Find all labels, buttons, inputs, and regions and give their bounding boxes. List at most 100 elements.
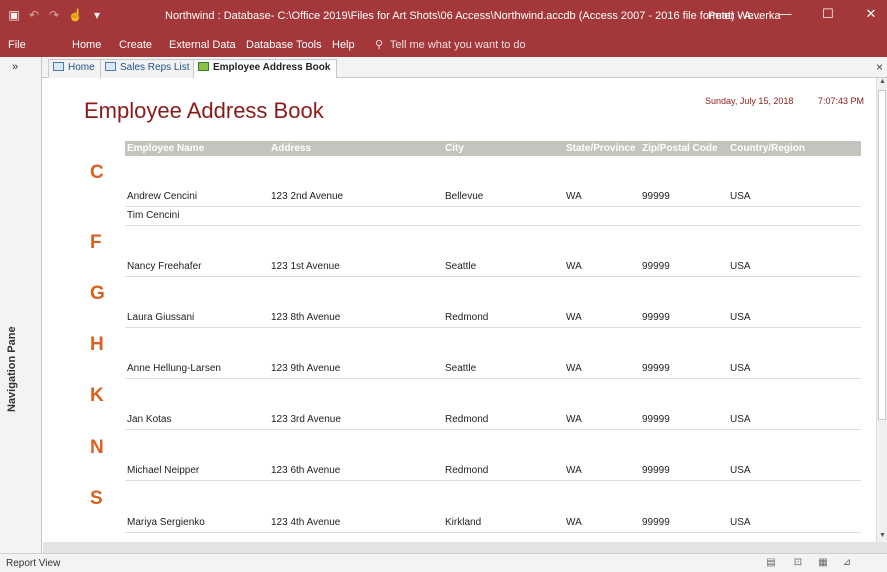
redo-icon[interactable]: ↷ xyxy=(48,8,60,22)
column-header: Employee Name xyxy=(127,143,205,154)
layout-view-icon[interactable]: ▦ xyxy=(816,557,830,569)
cell-zip: 99999 xyxy=(642,517,670,528)
table-row: Mariya Sergienko 123 4th Avenue Kirkland… xyxy=(125,514,861,533)
minimize-button[interactable]: — xyxy=(772,4,798,24)
cell-city: Seattle xyxy=(445,261,477,272)
column-header-band: Employee Name Address City State/Provinc… xyxy=(125,141,861,156)
cell-name: Jan Kotas xyxy=(127,414,172,425)
navigation-pane-label[interactable]: Navigation Pane xyxy=(6,326,18,412)
scroll-down-icon[interactable]: ▼ xyxy=(878,532,887,542)
cell-zip: 99999 xyxy=(642,261,670,272)
column-header: State/Province xyxy=(566,143,636,154)
cell-country: USA xyxy=(730,191,751,202)
report-view-icon[interactable]: ▤ xyxy=(764,557,778,569)
navigation-pane[interactable]: » Navigation Pane xyxy=(0,57,42,553)
close-button[interactable]: ✕ xyxy=(858,4,884,24)
expand-chevron-icon[interactable]: » xyxy=(12,61,18,73)
cell-state: WA xyxy=(566,312,582,323)
group-letter: C xyxy=(90,162,104,183)
window-title: Northwind : Database- C:\Office 2019\Fil… xyxy=(165,10,761,22)
table-row: Anne Hellung-Larsen 123 9th Avenue Seatt… xyxy=(125,360,861,379)
doc-tab-label: Home xyxy=(68,62,95,73)
cell-country: USA xyxy=(730,261,751,272)
scroll-thumb[interactable] xyxy=(878,90,886,420)
cell-name: Anne Hellung-Larsen xyxy=(127,363,221,374)
search-icon: ⚲ xyxy=(375,39,384,51)
cell-country: USA xyxy=(730,517,751,528)
cell-address: 123 9th Avenue xyxy=(271,363,341,374)
table-row: Nancy Freehafer 123 1st Avenue Seattle W… xyxy=(125,258,861,277)
cell-address: 123 8th Avenue xyxy=(271,312,341,323)
tab-home[interactable]: Home xyxy=(72,39,101,51)
tab-create[interactable]: Create xyxy=(119,39,152,51)
column-header: Zip/Postal Code xyxy=(642,143,718,154)
touch-mode-icon[interactable]: ☝ xyxy=(68,8,83,22)
scroll-up-icon[interactable]: ▲ xyxy=(878,78,887,88)
vertical-scrollbar[interactable]: ▲ ▼ xyxy=(876,78,887,542)
table-row: Andrew Cencini 123 2nd Avenue Bellevue W… xyxy=(125,188,861,207)
title-bar: ▣ ↶ ↷ ☝ ▾ Northwind : Database- C:\Offic… xyxy=(0,0,887,32)
cell-name: Andrew Cencini xyxy=(127,191,198,202)
tell-me-label: Tell me what you want to do xyxy=(389,39,526,51)
tell-me-box[interactable]: ⚲ Tell me what you want to do xyxy=(375,38,526,51)
print-preview-icon[interactable]: ⊡ xyxy=(791,557,805,569)
cell-city: Seattle xyxy=(445,363,477,374)
table-row: Jan Kotas 123 3rd Avenue Redmond WA 9999… xyxy=(125,411,861,430)
group-letter: H xyxy=(90,334,104,355)
form-icon xyxy=(105,62,116,71)
cell-name: Mariya Sergienko xyxy=(127,517,205,528)
cell-name: Laura Giussani xyxy=(127,312,195,323)
doc-tab-label: Sales Reps List xyxy=(120,62,190,73)
column-header: Country/Region xyxy=(730,143,805,154)
cell-address: 123 2nd Avenue xyxy=(271,191,344,202)
report-time: 7:07:43 PM xyxy=(818,96,865,106)
cell-state: WA xyxy=(566,465,582,476)
cell-name: Michael Neipper xyxy=(127,465,200,476)
cell-zip: 99999 xyxy=(642,191,670,202)
design-view-icon[interactable]: ⊿ xyxy=(840,557,854,569)
doc-tab-sales-reps-list[interactable]: Sales Reps List xyxy=(100,59,197,78)
close-document-icon[interactable]: × xyxy=(876,60,883,74)
save-icon[interactable]: ▣ xyxy=(8,8,20,22)
undo-icon[interactable]: ↶ xyxy=(28,8,40,22)
table-row: Michael Neipper 123 6th Avenue Redmond W… xyxy=(125,462,861,481)
cell-state: WA xyxy=(566,414,582,425)
report-icon xyxy=(198,62,209,71)
cell-country: USA xyxy=(730,312,751,323)
report-canvas[interactable]: Employee Address Book Sunday, July 15, 2… xyxy=(43,78,876,542)
form-icon xyxy=(53,62,64,71)
doc-tab-employee-address-book[interactable]: Employee Address Book xyxy=(193,59,338,79)
horizontal-scroll-area[interactable] xyxy=(43,542,887,553)
cell-city: Bellevue xyxy=(445,191,484,202)
customize-qat-icon[interactable]: ▾ xyxy=(91,8,103,22)
cell-state: WA xyxy=(566,261,582,272)
cell-address: 123 3rd Avenue xyxy=(271,414,341,425)
cell-address: 123 1st Avenue xyxy=(271,261,340,272)
quick-access-toolbar: ▣ ↶ ↷ ☝ ▾ xyxy=(8,8,103,22)
status-text: Report View xyxy=(6,558,61,569)
user-name[interactable]: Peter Weverka xyxy=(708,10,781,22)
maximize-button[interactable]: ☐ xyxy=(815,4,841,24)
cell-zip: 99999 xyxy=(642,465,670,476)
cell-state: WA xyxy=(566,363,582,374)
cell-state: WA xyxy=(566,517,582,528)
column-header: Address xyxy=(271,143,312,154)
group-letter: F xyxy=(90,232,102,253)
cell-city: Kirkland xyxy=(445,517,482,528)
tab-file[interactable]: File xyxy=(8,39,26,51)
tab-help[interactable]: Help xyxy=(332,39,355,51)
doc-tab-home[interactable]: Home xyxy=(48,59,102,78)
cell-name: Tim Cencini xyxy=(127,210,180,221)
cell-zip: 99999 xyxy=(642,312,670,323)
tab-database-tools[interactable]: Database Tools xyxy=(246,39,322,51)
document-tabs: Home Sales Reps List Employee Address Bo… xyxy=(42,57,887,79)
group-letter: S xyxy=(90,488,103,509)
doc-tab-label: Employee Address Book xyxy=(213,62,331,73)
cell-country: USA xyxy=(730,465,751,476)
status-bar: Report View ▤ ⊡ ▦ ⊿ xyxy=(0,553,887,572)
report-date: Sunday, July 15, 2018 xyxy=(705,96,794,106)
report-title: Employee Address Book xyxy=(84,98,324,123)
column-header: City xyxy=(445,143,464,154)
tab-external-data[interactable]: External Data xyxy=(169,39,236,51)
cell-city: Redmond xyxy=(445,312,489,323)
